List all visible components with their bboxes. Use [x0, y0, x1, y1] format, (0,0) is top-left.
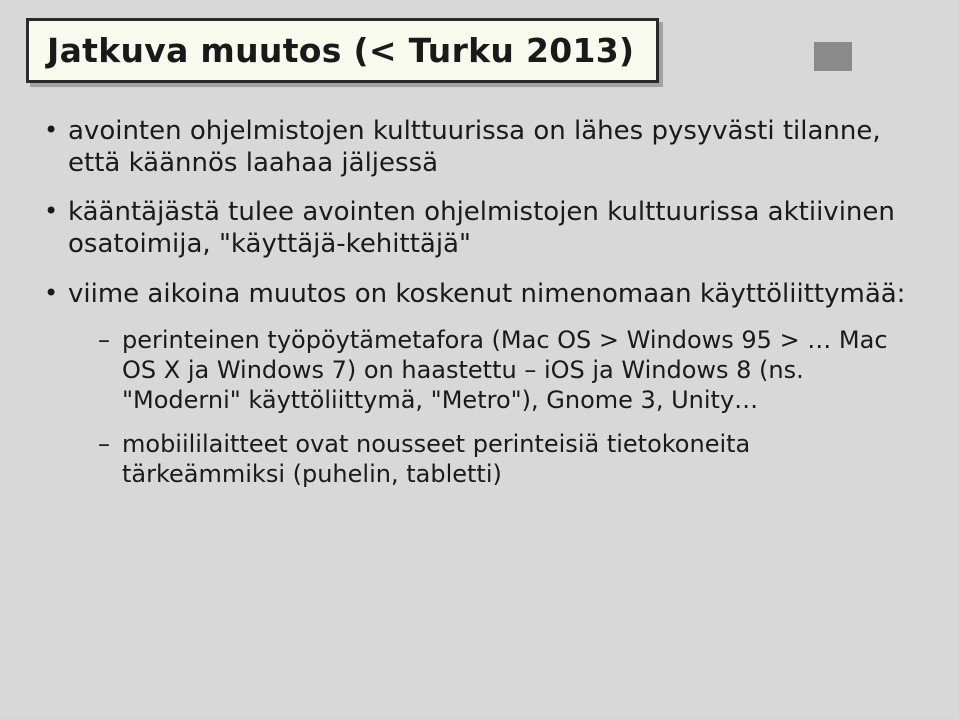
sub-bullet-item: mobiililaitteet ovat nousseet perinteisi…: [68, 429, 915, 489]
title-box: Jatkuva muutos (< Turku 2013): [26, 18, 659, 83]
bullet-item: avointen ohjelmistojen kulttuurissa on l…: [38, 116, 915, 179]
sub-bullet-text: perinteinen työpöytämetafora (Mac OS > W…: [122, 326, 888, 414]
bullet-item: kääntäjästä tulee avointen ohjelmistojen…: [38, 197, 915, 260]
bullet-item: viime aikoina muutos on koskenut nimenom…: [38, 279, 915, 489]
sub-bullet-item: perinteinen työpöytämetafora (Mac OS > W…: [68, 325, 915, 415]
content-area: avointen ohjelmistojen kulttuurissa on l…: [38, 116, 915, 507]
decor-element: [814, 42, 852, 71]
slide: Jatkuva muutos (< Turku 2013) avointen o…: [0, 0, 959, 719]
slide-title: Jatkuva muutos (< Turku 2013): [47, 31, 634, 70]
sub-bullet-text: mobiililaitteet ovat nousseet perinteisi…: [122, 430, 750, 488]
bullet-text: viime aikoina muutos on koskenut nimenom…: [68, 279, 905, 309]
bullet-text: avointen ohjelmistojen kulttuurissa on l…: [68, 116, 881, 178]
bullet-text: kääntäjästä tulee avointen ohjelmistojen…: [68, 197, 895, 259]
bullet-list: avointen ohjelmistojen kulttuurissa on l…: [38, 116, 915, 489]
sub-bullet-list: perinteinen työpöytämetafora (Mac OS > W…: [68, 325, 915, 489]
